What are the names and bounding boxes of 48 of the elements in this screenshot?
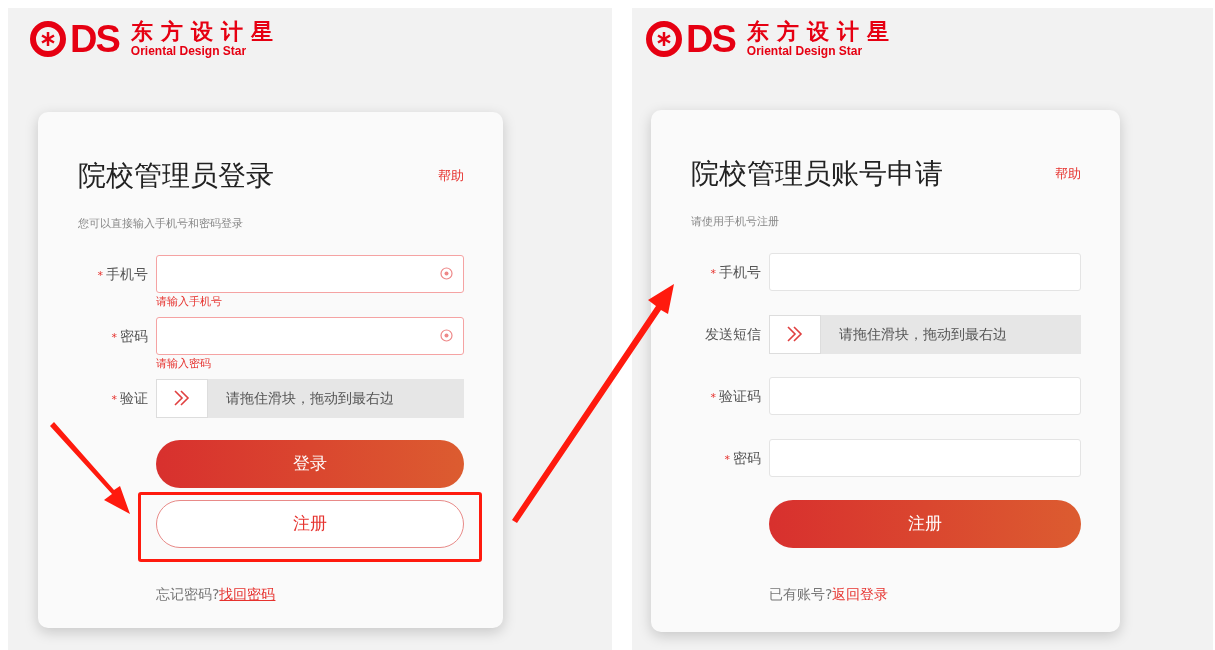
slider-track[interactable]: 请拖住滑块，拖动到最右边	[769, 314, 1081, 354]
clear-icon[interactable]	[440, 329, 453, 342]
required-mark: *	[97, 268, 103, 282]
footer-link[interactable]: 返回登录	[832, 585, 889, 602]
required-mark: *	[111, 330, 117, 344]
slider-handle[interactable]	[156, 378, 208, 418]
logo-mark: DS	[70, 20, 119, 58]
field-label: 密码	[120, 327, 148, 344]
field-label: 验证	[120, 389, 148, 406]
logo-subtitle: Oriental Design Star	[746, 44, 864, 58]
footer-link[interactable]: 找回密码	[219, 585, 276, 602]
logo-subtitle: Oriental Design Star	[130, 44, 248, 58]
error-message: 请输入手机号	[156, 293, 223, 310]
slider-track[interactable]: 请拖住滑块，拖动到最右边	[156, 378, 464, 418]
required-mark: *	[710, 266, 716, 280]
slider-hint: 请拖住滑块，拖动到最右边	[839, 324, 1007, 344]
logo-mark: DS	[686, 20, 735, 58]
logo-icon	[646, 21, 682, 57]
input-field[interactable]	[156, 316, 464, 355]
field-label: 验证码	[719, 387, 761, 404]
footer-text: 忘记密码?	[156, 585, 220, 602]
form-title: 院校管理员登录	[78, 158, 274, 194]
submit-button[interactable]: 登录	[156, 439, 464, 488]
logo-icon	[30, 21, 66, 57]
clear-icon[interactable]	[440, 267, 453, 280]
field-label: 手机号	[106, 265, 148, 282]
double-chevron-icon	[173, 390, 191, 406]
slider-hint: 请拖住滑块，拖动到最右边	[226, 388, 394, 408]
logo-title: 东方设计星	[746, 20, 897, 45]
form-subtitle: 请使用手机号注册	[691, 214, 780, 230]
required-mark: *	[111, 392, 117, 406]
field-label: 密码	[733, 449, 761, 466]
input-field[interactable]	[156, 254, 464, 293]
logo-title: 东方设计星	[130, 20, 281, 45]
help-link[interactable]: 帮助	[1055, 164, 1081, 184]
form-title: 院校管理员账号申请	[691, 156, 943, 192]
slider-handle[interactable]	[769, 314, 821, 354]
double-chevron-icon	[786, 326, 804, 342]
form-subtitle: 您可以直接输入手机号和密码登录	[78, 216, 244, 232]
required-mark: *	[724, 452, 730, 466]
field-label: 发送短信	[705, 325, 761, 342]
help-link[interactable]: 帮助	[438, 166, 464, 186]
required-mark: *	[710, 390, 716, 404]
error-message: 请输入密码	[156, 355, 212, 372]
footer-text: 已有账号?	[769, 585, 833, 602]
submit-button[interactable]: 注册	[769, 499, 1081, 548]
field-label: 手机号	[719, 263, 761, 280]
register-button[interactable]: 注册	[156, 499, 464, 548]
